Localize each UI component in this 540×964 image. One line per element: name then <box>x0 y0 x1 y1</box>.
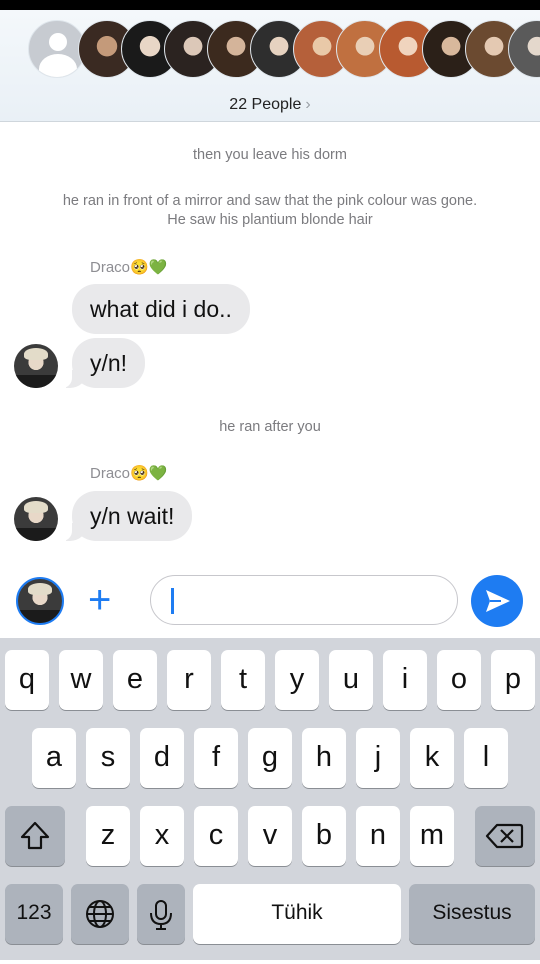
key-q[interactable]: q <box>5 650 49 710</box>
key-l[interactable]: l <box>464 728 508 788</box>
key-o[interactable]: o <box>437 650 481 710</box>
key-e[interactable]: e <box>113 650 157 710</box>
globe-icon <box>86 900 114 928</box>
key-p[interactable]: p <box>491 650 535 710</box>
status-bar <box>0 0 540 10</box>
people-count[interactable]: 22 People › <box>0 96 540 114</box>
microphone-icon <box>150 900 172 930</box>
shift-key[interactable] <box>5 806 65 866</box>
globe-key[interactable] <box>71 884 129 944</box>
key-n[interactable]: n <box>356 806 400 866</box>
key-g[interactable]: g <box>248 728 292 788</box>
key-f[interactable]: f <box>194 728 238 788</box>
key-a[interactable]: a <box>32 728 76 788</box>
key-b[interactable]: b <box>302 806 346 866</box>
key-x[interactable]: x <box>140 806 184 866</box>
key-v[interactable]: v <box>248 806 292 866</box>
message-text: y/n! <box>90 350 128 376</box>
key-d[interactable]: d <box>140 728 184 788</box>
key-r[interactable]: r <box>167 650 211 710</box>
key-k[interactable]: k <box>410 728 454 788</box>
plus-icon[interactable]: + <box>88 580 111 620</box>
message-bubble[interactable]: y/n! <box>61 338 146 388</box>
backspace-key[interactable] <box>475 806 535 866</box>
backspace-icon <box>485 823 524 849</box>
key-w[interactable]: w <box>59 650 103 710</box>
shift-icon <box>20 821 50 850</box>
send-icon <box>486 590 510 612</box>
system-message: he ran after you <box>219 419 321 435</box>
dictation-key[interactable] <box>137 884 185 944</box>
keyboard: q w e r t y u i o p a s d f g h j k l z … <box>0 638 540 960</box>
message-input[interactable] <box>150 575 458 625</box>
space-key[interactable]: Tühik <box>193 884 401 944</box>
system-message: then you leave his dorm <box>193 147 347 163</box>
sender-avatar[interactable] <box>14 497 58 541</box>
message-bubble[interactable]: what did i do.. <box>72 284 250 334</box>
system-message: he ran in front of a mirror and saw that… <box>20 192 520 230</box>
message-text: y/n wait! <box>90 503 175 529</box>
sender-selector-avatar[interactable] <box>16 577 64 625</box>
key-s[interactable]: s <box>86 728 130 788</box>
send-button[interactable] <box>471 575 523 627</box>
key-m[interactable]: m <box>410 806 454 866</box>
message-bubble[interactable]: y/n wait! <box>61 491 193 541</box>
key-u[interactable]: u <box>329 650 373 710</box>
return-key[interactable]: Sisestus <box>409 884 535 944</box>
key-h[interactable]: h <box>302 728 346 788</box>
group-avatars[interactable] <box>0 20 540 80</box>
text-caret <box>171 588 174 614</box>
key-j[interactable]: j <box>356 728 400 788</box>
key-c[interactable]: c <box>194 806 238 866</box>
system-message-line: He saw his plantium blonde hair <box>167 212 373 228</box>
key-y[interactable]: y <box>275 650 319 710</box>
key-z[interactable]: z <box>86 806 130 866</box>
people-label: 22 People <box>229 96 302 113</box>
key-i[interactable]: i <box>383 650 427 710</box>
chevron-right-icon: › <box>305 96 311 113</box>
sender-avatar[interactable] <box>14 344 58 388</box>
sender-name: Draco🥺💚 <box>90 465 168 482</box>
system-message-line: he ran in front of a mirror and saw that… <box>62 193 478 209</box>
numbers-key[interactable]: 123 <box>5 884 63 944</box>
key-t[interactable]: t <box>221 650 265 710</box>
sender-name: Draco🥺💚 <box>90 259 168 276</box>
group-header: 22 People › <box>0 10 540 122</box>
